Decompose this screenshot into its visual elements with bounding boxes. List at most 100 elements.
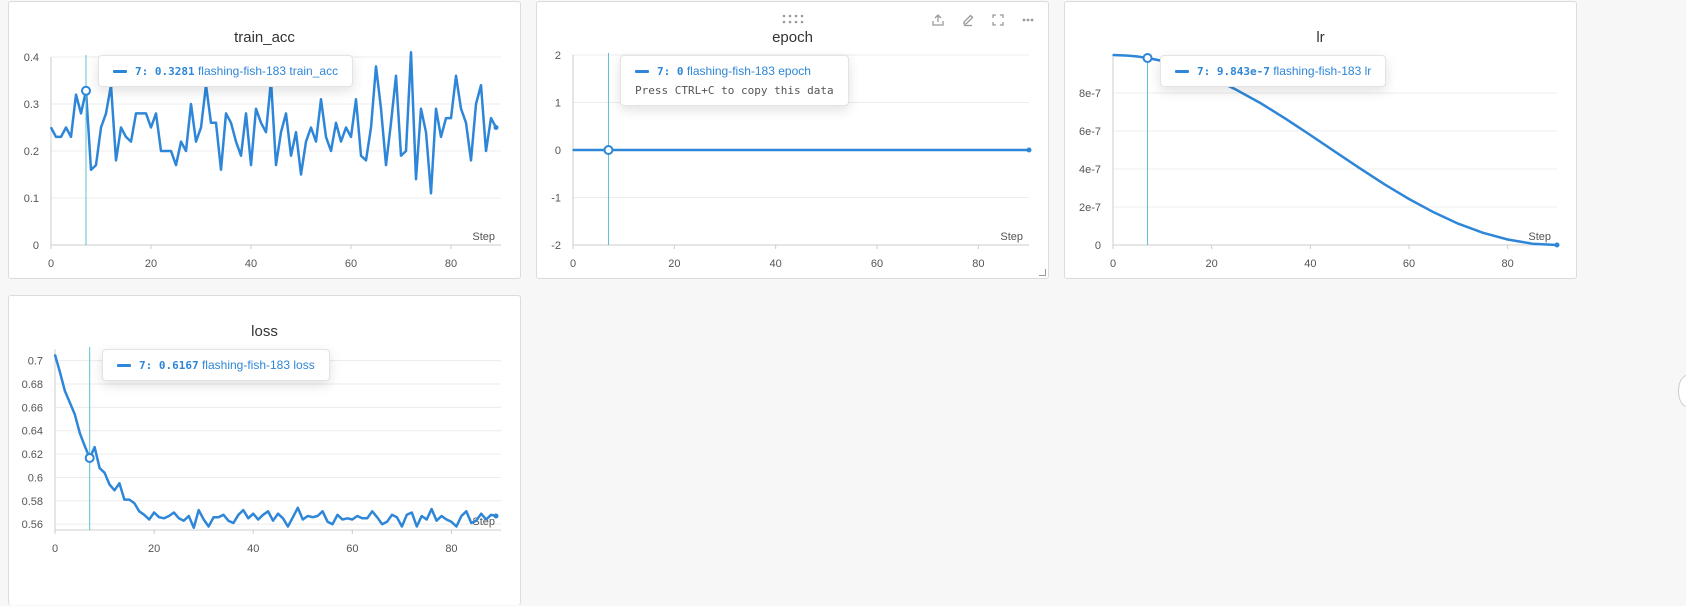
y-tick-label: 2e-7 bbox=[1079, 202, 1101, 214]
data-point bbox=[1127, 54, 1129, 57]
lr-chart[interactable]: 0 2e-7 4e-7 6e-7 8e-7 0 20 40 60 80 Step bbox=[1065, 2, 1578, 280]
data-point bbox=[320, 98, 322, 101]
data-point bbox=[351, 518, 354, 521]
data-point bbox=[257, 518, 259, 521]
data-point bbox=[470, 522, 473, 524]
x-tick-label: 80 bbox=[1502, 258, 1514, 270]
data-point bbox=[220, 169, 222, 171]
chart-panel-lr[interactable]: lr 0 2e-7 4e-7 6e-7 8e-7 0 20 40 60 80 Step 7: 9.8… bbox=[1064, 1, 1577, 279]
data-point bbox=[290, 154, 292, 157]
data-point bbox=[280, 131, 282, 133]
tooltip-metric: loss bbox=[293, 358, 315, 372]
y-tick-label: 0.68 bbox=[22, 379, 43, 391]
data-point bbox=[247, 517, 250, 520]
data-point bbox=[65, 126, 67, 129]
loss-chart[interactable]: 0.560.580.60.620.640.660.680.70 20 40 60 80S… bbox=[9, 296, 522, 606]
data-point bbox=[163, 517, 165, 520]
data-point bbox=[350, 136, 352, 138]
chart-tooltip: 7: 9.843e-7 flashing-fish-183 lr bbox=[1160, 55, 1387, 87]
tooltip-step: 7 bbox=[1197, 65, 1204, 78]
data-point bbox=[217, 516, 220, 518]
series-swatch bbox=[117, 364, 131, 368]
data-point bbox=[1457, 222, 1460, 225]
data-point bbox=[485, 150, 487, 152]
x-tick-label: 60 bbox=[871, 258, 883, 270]
data-point bbox=[103, 471, 106, 474]
data-point bbox=[80, 112, 82, 115]
y-tick-label: 0.56 bbox=[22, 519, 43, 531]
data-point bbox=[285, 112, 287, 115]
data-point bbox=[475, 103, 477, 105]
y-tick-label: 8e-7 bbox=[1079, 88, 1101, 100]
data-point bbox=[282, 517, 284, 520]
y-tick-label: 0.3 bbox=[24, 99, 39, 111]
data-point bbox=[207, 525, 210, 528]
data-point bbox=[1112, 54, 1114, 56]
data-point bbox=[355, 98, 357, 101]
tooltip-step: 7 bbox=[135, 65, 142, 78]
scroll-handle[interactable] bbox=[1678, 375, 1686, 407]
data-point bbox=[1506, 238, 1509, 241]
y-tick-label: 0.62 bbox=[22, 449, 43, 461]
data-point bbox=[1358, 167, 1361, 170]
data-point bbox=[345, 126, 347, 129]
epoch-chart[interactable]: -2-10120 20 40 60 80Step bbox=[537, 2, 1050, 280]
chart-panel-train-acc[interactable]: train_acc 0 0.1 0.2 0.3 0.4 0 20 40 60 80 Step 7: … bbox=[8, 1, 521, 279]
data-point bbox=[83, 445, 86, 447]
series-end-point bbox=[1554, 242, 1560, 248]
data-point bbox=[375, 65, 377, 68]
tooltip-series: flashing-fish-183 bbox=[201, 358, 291, 372]
data-point bbox=[118, 482, 121, 485]
y-tick-label: 0.2 bbox=[24, 146, 39, 158]
data-point bbox=[145, 112, 147, 115]
data-point bbox=[183, 519, 185, 522]
data-point bbox=[100, 126, 102, 129]
data-point bbox=[74, 413, 76, 416]
chart-tooltip: 7: 0.3281 flashing-fish-183 train_acc bbox=[98, 55, 354, 87]
data-point bbox=[188, 515, 190, 517]
y-tick-label: 0.6 bbox=[28, 472, 43, 484]
x-tick-label: 40 bbox=[247, 543, 259, 555]
tooltip-metric: lr bbox=[1364, 64, 1372, 78]
data-point bbox=[435, 107, 437, 110]
data-point bbox=[135, 112, 137, 115]
hover-point-marker bbox=[1142, 52, 1153, 63]
data-point bbox=[301, 518, 304, 521]
data-point bbox=[390, 122, 392, 124]
data-point bbox=[415, 525, 418, 528]
train-acc-chart[interactable]: 0 0.1 0.2 0.3 0.4 0 20 40 60 80 Step bbox=[9, 2, 522, 280]
data-point bbox=[370, 126, 372, 129]
tooltip-series: flashing-fish-183 bbox=[1273, 64, 1362, 78]
hover-point-marker bbox=[603, 145, 614, 155]
data-point bbox=[295, 131, 297, 133]
chart-panel-epoch[interactable]: epoch -2 -1 0 1 2 0 20 40 60 80 Step 7: 0 flashing… bbox=[536, 1, 1049, 279]
x-tick-label: 60 bbox=[1403, 258, 1415, 270]
x-tick-label: 0 bbox=[52, 543, 58, 555]
tooltip-value: 0.6167 bbox=[158, 359, 199, 372]
data-point bbox=[148, 518, 150, 521]
data-point bbox=[325, 136, 327, 138]
data-point bbox=[265, 131, 267, 133]
data-point bbox=[381, 523, 383, 525]
data-point bbox=[450, 521, 453, 523]
data-point bbox=[232, 522, 235, 524]
data-point bbox=[470, 159, 472, 162]
data-point bbox=[315, 140, 317, 143]
chart-panel-loss[interactable]: loss 0.56 0.58 0.6 0.62 0.64 0.66 0.68 0.7 0 20 40… bbox=[8, 295, 521, 605]
data-point bbox=[346, 517, 349, 520]
data-point bbox=[371, 510, 373, 513]
data-point bbox=[153, 511, 155, 514]
data-point bbox=[78, 432, 81, 434]
data-point bbox=[50, 126, 52, 129]
y-tick-label: 0 bbox=[1095, 240, 1101, 252]
x-tick-label: 0 bbox=[570, 258, 576, 270]
data-point bbox=[155, 112, 157, 115]
resize-handle[interactable] bbox=[1039, 269, 1046, 276]
data-point bbox=[215, 122, 217, 124]
data-point bbox=[210, 122, 212, 124]
data-point bbox=[485, 518, 487, 521]
data-point bbox=[165, 150, 167, 152]
data-point bbox=[1432, 211, 1435, 214]
data-point bbox=[340, 140, 342, 143]
data-point bbox=[391, 514, 393, 516]
